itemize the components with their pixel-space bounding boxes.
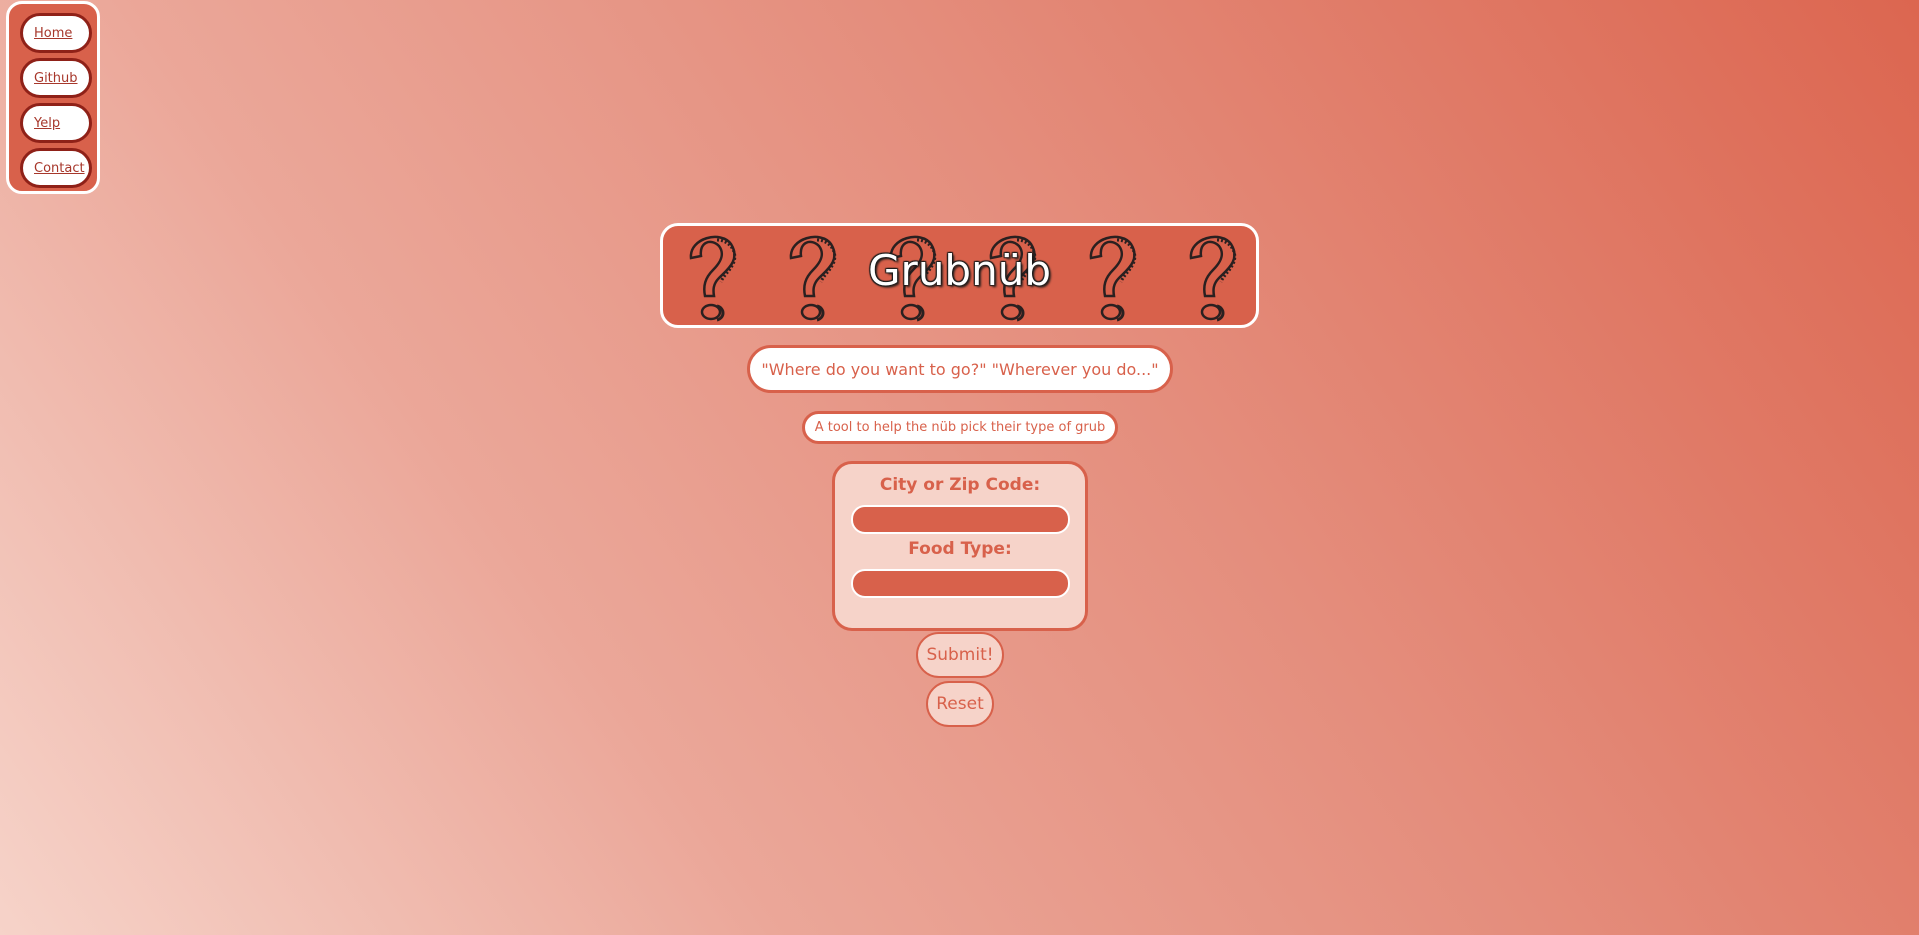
- nav-item-github[interactable]: Github: [20, 58, 92, 98]
- nav-link-yelp[interactable]: Yelp: [34, 116, 60, 131]
- submit-button[interactable]: Submit!: [916, 632, 1004, 678]
- nav-link-contact[interactable]: Contact: [34, 161, 85, 176]
- search-form: City or Zip Code: Food Type:: [832, 461, 1088, 631]
- nav-link-github[interactable]: Github: [34, 71, 78, 86]
- nav-item-contact[interactable]: Contact: [20, 148, 92, 188]
- nav-item-home[interactable]: Home: [20, 13, 92, 53]
- quote-text: "Where do you want to go?" "Wherever you…: [747, 345, 1173, 393]
- city-input[interactable]: [851, 505, 1070, 534]
- nav-link-home[interactable]: Home: [34, 26, 72, 41]
- city-label: City or Zip Code:: [879, 475, 1041, 495]
- food-type-label: Food Type:: [908, 539, 1012, 559]
- tagline-text: A tool to help the nüb pick their type o…: [802, 411, 1118, 444]
- reset-button[interactable]: Reset: [926, 681, 994, 727]
- food-type-input[interactable]: [851, 569, 1070, 598]
- header-banner: Grubnüb: [660, 223, 1259, 328]
- site-title: Grubnüb: [868, 246, 1051, 295]
- nav-menu: Home Github Yelp Contact: [6, 1, 100, 194]
- nav-item-yelp[interactable]: Yelp: [20, 103, 92, 143]
